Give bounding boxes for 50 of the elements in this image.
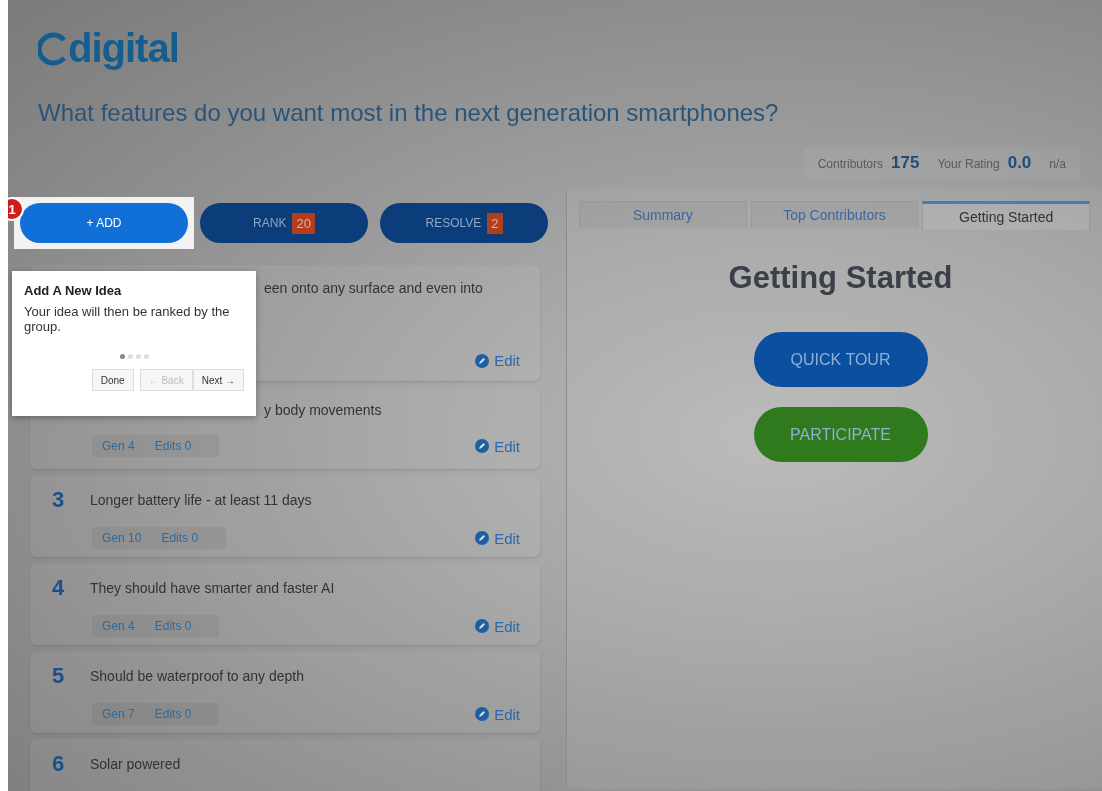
edit-link[interactable]: Edit xyxy=(475,352,520,369)
tab[interactable]: Top Contributors xyxy=(750,201,919,228)
panel-button[interactable]: QUICK TOUR xyxy=(753,332,928,387)
action-button[interactable]: RESOLVE 2 xyxy=(380,203,548,243)
edit-link[interactable]: Edit xyxy=(475,705,520,723)
gen-tag: Gen 10 xyxy=(102,531,142,545)
stat-note: n/a xyxy=(1049,157,1066,171)
pencil-icon xyxy=(475,531,490,545)
edit-link[interactable]: Edit xyxy=(475,529,520,547)
edits-tag: Edits 0 xyxy=(161,531,199,545)
edit-link[interactable]: Edit xyxy=(475,617,520,635)
pencil-icon xyxy=(475,619,490,633)
idea-text: y body movements xyxy=(264,402,382,418)
step-badge: 1 xyxy=(8,197,24,221)
done-button[interactable]: Done xyxy=(91,369,134,391)
stat-label: Contributors xyxy=(817,157,883,171)
edits-tag: Edits 0 xyxy=(154,439,192,453)
action-button[interactable]: RANK 20 xyxy=(200,203,368,243)
pencil-icon xyxy=(475,353,490,368)
pencil-icon xyxy=(475,707,490,721)
idea-text: They should have smarter and faster AI xyxy=(90,580,335,596)
edits-tag: Edits 0 xyxy=(154,707,192,721)
logo-text: digital xyxy=(68,26,179,71)
popover-title: Add A New Idea xyxy=(24,283,123,298)
panel-button[interactable]: PARTICIPATE xyxy=(753,407,928,462)
question-title: What features do you want most in the next generation smartphones? xyxy=(38,99,780,127)
idea-rank: 6 xyxy=(52,751,66,777)
tab[interactable]: Getting Started xyxy=(922,201,1090,230)
action-button[interactable]: + ADD xyxy=(20,203,188,243)
panel-heading: Getting Started xyxy=(728,260,953,296)
idea-text: een onto any surface and even into xyxy=(264,280,483,296)
popover-text: Your idea will then be ranked by the group. xyxy=(24,304,231,334)
idea-text: Solar powered xyxy=(90,756,181,772)
gen-tag: Gen 4 xyxy=(102,619,135,633)
pencil-icon xyxy=(475,439,490,453)
edits-tag: Edits 0 xyxy=(154,619,192,633)
stat-value: 0.0 xyxy=(1007,153,1032,173)
tab[interactable]: Summary xyxy=(579,201,747,228)
stat-value: 175 xyxy=(891,153,920,173)
gen-tag: Gen 7 xyxy=(102,707,135,721)
idea-rank: 5 xyxy=(52,663,66,689)
idea-text: Longer battery life - at least 11 days xyxy=(90,492,312,508)
idea-rank: 4 xyxy=(52,575,66,601)
nav-button[interactable]: Next → xyxy=(192,369,244,391)
logo-icon xyxy=(38,31,68,66)
idea-text: Should be waterproof to any depth xyxy=(90,668,305,684)
idea-rank: 3 xyxy=(52,487,66,513)
stat-label: Your Rating xyxy=(937,157,1000,171)
gen-tag: Gen 4 xyxy=(102,439,135,453)
edit-link[interactable]: Edit xyxy=(475,437,520,455)
